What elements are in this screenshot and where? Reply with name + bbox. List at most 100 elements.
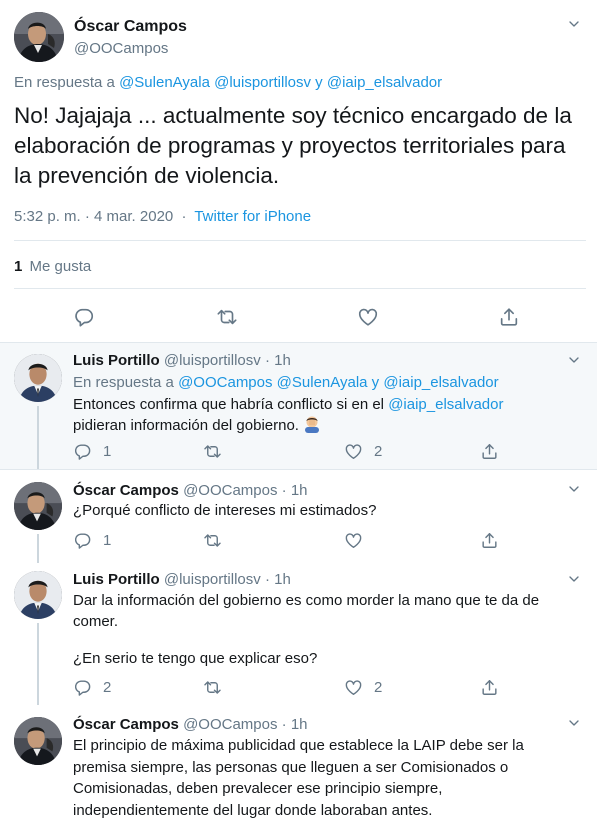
chevron-down-icon[interactable]: [566, 481, 582, 497]
reply-button[interactable]: 2: [73, 677, 111, 697]
likes-summary[interactable]: 1 Me gusta: [14, 258, 91, 275]
reply-count: 2: [103, 678, 112, 696]
tweet-actions: 1 2: [73, 441, 543, 463]
share-button[interactable]: [480, 530, 499, 550]
divider: [14, 240, 586, 241]
author-name[interactable]: Luis Portillo: [73, 571, 160, 588]
tweet-age[interactable]: 1h: [291, 482, 308, 499]
retweet-icon[interactable]: [216, 306, 238, 328]
chevron-down-icon[interactable]: [566, 16, 582, 32]
facepalm-emoji-icon: [304, 416, 319, 433]
tweet-meta: 5:32 p. m. · 4 mar. 2020 · Twitter for i…: [14, 208, 311, 225]
reply-button[interactable]: 1: [73, 530, 111, 550]
tweet-text: El principio de máxima publicidad que es…: [73, 737, 524, 819]
chevron-down-icon[interactable]: [566, 715, 582, 731]
likes-count: 1: [14, 258, 23, 275]
reply-tweet[interactable]: Óscar Campos @OOCampos · 1h ¿Porqué conf…: [0, 470, 597, 563]
tweet-age[interactable]: 1h: [291, 716, 308, 733]
separator: ·: [181, 208, 187, 225]
tweet-text: Entonces confirma que habría conflicto s…: [73, 394, 553, 436]
tweet-text: ¿Porqué conflicto de intereses mi estima…: [73, 502, 377, 519]
separator: ·: [264, 571, 270, 588]
reply-tweet[interactable]: Óscar Campos @OOCampos · 1h El principio…: [0, 705, 597, 824]
reply-icon: [73, 442, 92, 461]
like-count: 2: [374, 678, 383, 696]
author-name[interactable]: Luis Portillo: [73, 352, 160, 369]
reply-header: Luis Portillo @luisportillosv · 1h: [73, 571, 291, 588]
tweet-text: Dar la información del gobierno es como …: [73, 592, 540, 630]
reply-prefix: En respuesta a: [73, 374, 174, 391]
tweet-actions: [0, 302, 597, 332]
reply-header: Luis Portillo @luisportillosv · 1h: [73, 352, 291, 369]
like-count: 2: [374, 442, 383, 460]
like-button[interactable]: [344, 530, 363, 550]
author-name[interactable]: Óscar Campos: [73, 482, 179, 499]
author-handle[interactable]: @luisportillosv: [164, 352, 261, 369]
avatar[interactable]: [14, 354, 62, 402]
retweet-button[interactable]: [203, 441, 222, 461]
reply-prefix: En respuesta a: [14, 74, 115, 91]
reply-count: 1: [103, 531, 112, 549]
main-tweet: Óscar Campos @OOCampos En respuesta a @S…: [0, 0, 597, 343]
reply-button[interactable]: 1: [73, 441, 111, 461]
tweet-age[interactable]: 1h: [274, 571, 291, 588]
likes-label: Me gusta: [29, 258, 92, 275]
retweet-button[interactable]: [203, 677, 222, 697]
reply-count: 1: [103, 442, 112, 460]
like-button[interactable]: 2: [344, 677, 382, 697]
author-handle[interactable]: @luisportillosv: [164, 571, 261, 588]
avatar[interactable]: [14, 571, 62, 619]
share-button[interactable]: [480, 677, 499, 697]
reply-header: Óscar Campos @OOCampos · 1h: [73, 716, 308, 733]
author-handle[interactable]: @OOCampos: [74, 40, 168, 57]
share-icon: [480, 442, 499, 461]
avatar[interactable]: [14, 482, 62, 530]
retweet-button[interactable]: [203, 530, 222, 550]
separator: ·: [264, 352, 270, 369]
like-button[interactable]: 2: [344, 441, 382, 461]
share-icon: [480, 678, 499, 697]
tweet-age[interactable]: 1h: [274, 352, 291, 369]
author-name[interactable]: Óscar Campos: [73, 716, 179, 733]
retweet-icon: [203, 531, 222, 550]
thread-line: [37, 534, 39, 563]
thread-line: [37, 623, 39, 705]
tweet-actions: 1: [73, 530, 543, 552]
avatar[interactable]: [14, 717, 62, 765]
share-icon[interactable]: [498, 306, 520, 328]
separator: ·: [281, 716, 287, 733]
reply-tweet[interactable]: Luis Portillo @luisportillosv · 1h Dar l…: [0, 563, 597, 705]
reply-icon: [73, 531, 92, 550]
like-icon: [344, 442, 363, 461]
reply-context: En respuesta a @SulenAyala @luisportillo…: [14, 74, 442, 91]
chevron-down-icon[interactable]: [566, 571, 582, 587]
separator: ·: [281, 482, 287, 499]
tweet-source[interactable]: Twitter for iPhone: [194, 208, 311, 225]
tweet-time[interactable]: 5:32 p. m. · 4 mar. 2020: [14, 208, 173, 225]
retweet-icon: [203, 678, 222, 697]
thread-line: [37, 406, 39, 469]
reply-icon[interactable]: [73, 306, 95, 328]
reply-to-mentions[interactable]: @SulenAyala @luisportillosv y @iaip_elsa…: [119, 74, 442, 91]
text-part: Entonces confirma que habría conflicto s…: [73, 396, 389, 413]
mention-link[interactable]: @iaip_elsalvador: [388, 396, 503, 413]
reply-to-mentions[interactable]: @OOCampos @SulenAyala y @iaip_elsalvador: [178, 374, 499, 391]
chevron-down-icon[interactable]: [566, 352, 582, 368]
divider: [14, 288, 586, 289]
reply-tweet[interactable]: Luis Portillo @luisportillosv · 1h En re…: [0, 343, 597, 469]
share-icon: [480, 531, 499, 550]
author-handle[interactable]: @OOCampos: [183, 482, 277, 499]
tweet-text: ¿En serio te tengo que explicar eso?: [73, 650, 318, 667]
like-icon[interactable]: [357, 306, 379, 328]
retweet-icon: [203, 442, 222, 461]
author-handle[interactable]: @OOCampos: [183, 716, 277, 733]
tweet-actions: 2 2: [73, 677, 543, 699]
author-name[interactable]: Óscar Campos: [74, 18, 187, 36]
reply-icon: [73, 678, 92, 697]
like-icon: [344, 678, 363, 697]
avatar[interactable]: [14, 12, 64, 62]
tweet-text: No! Jajajaja ... actualmente soy técnico…: [14, 103, 572, 188]
like-icon: [344, 531, 363, 550]
text-part: pidieran información del gobierno.: [73, 417, 299, 434]
share-button[interactable]: [480, 441, 499, 461]
